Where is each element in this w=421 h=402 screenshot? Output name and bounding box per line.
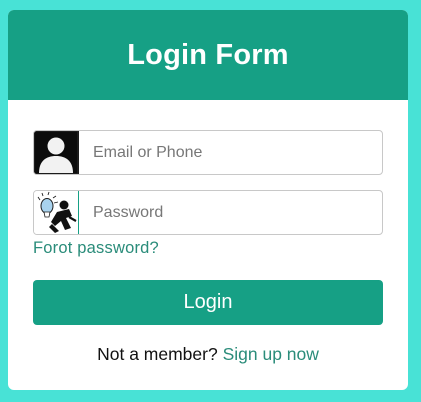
signup-row: Not a member? Sign up now — [8, 344, 408, 365]
user-avatar-icon — [34, 131, 79, 174]
form-title: Login Form — [127, 38, 289, 71]
email-input[interactable] — [79, 131, 382, 174]
email-field[interactable] — [33, 130, 383, 175]
login-button[interactable]: Login — [33, 280, 383, 325]
password-field[interactable] — [33, 190, 383, 235]
forgot-password-link[interactable]: Forot password? — [33, 239, 159, 258]
login-card: Login Form Forot password? Login Not a m… — [8, 10, 408, 390]
password-input[interactable] — [79, 191, 382, 234]
card-header: Login Form — [8, 10, 408, 100]
key-person-icon — [34, 191, 79, 234]
member-prompt: Not a member? — [97, 344, 218, 364]
signup-link[interactable]: Sign up now — [223, 344, 319, 364]
